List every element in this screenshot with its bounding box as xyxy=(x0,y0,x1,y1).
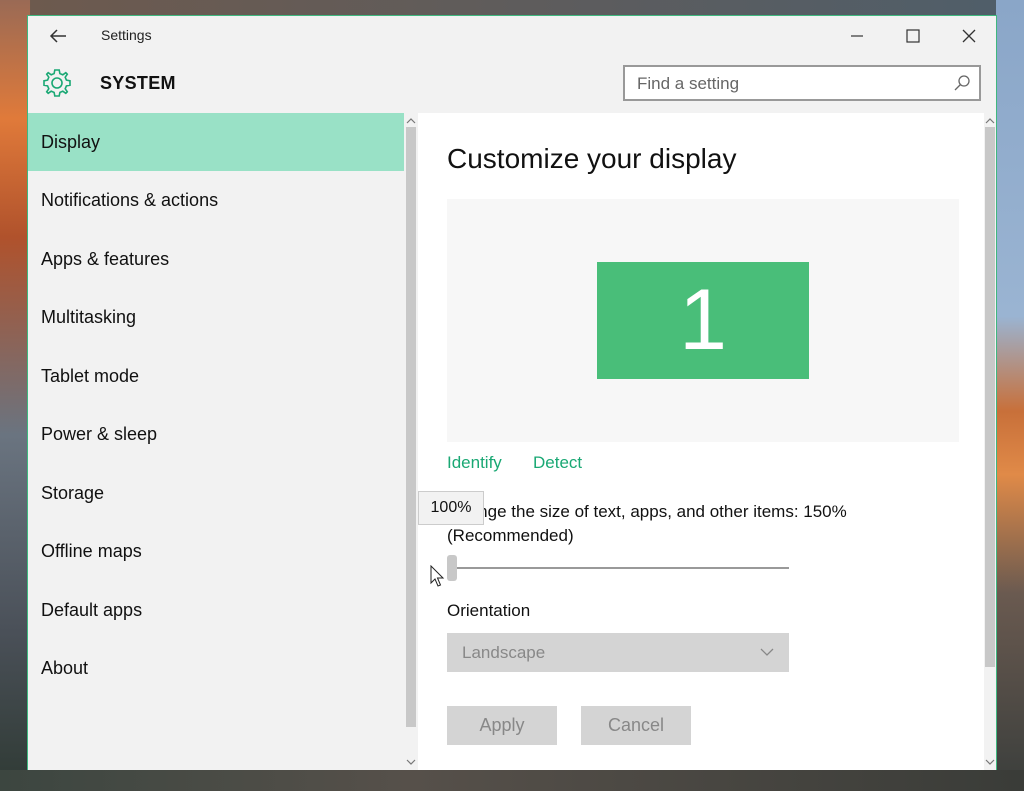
close-icon[interactable] xyxy=(946,21,992,51)
content-scrollbar[interactable] xyxy=(984,113,996,770)
content-pane: Customize your display 1 Identify Detect… xyxy=(418,113,984,770)
scroll-up-icon[interactable] xyxy=(404,115,418,127)
sidebar-item-display[interactable]: Display xyxy=(28,113,404,171)
sidebar-scroll-thumb[interactable] xyxy=(406,127,416,727)
header: SYSTEM xyxy=(28,58,996,112)
search-input[interactable] xyxy=(635,67,939,101)
sidebar-item-label: Offline maps xyxy=(41,541,142,561)
sidebar-item-about[interactable]: About xyxy=(28,639,404,697)
gear-icon xyxy=(43,69,71,97)
sidebar-item-notifications[interactable]: Notifications & actions xyxy=(28,171,404,229)
back-arrow-icon[interactable] xyxy=(46,25,70,47)
settings-window: Settings SYSTEM Display xyxy=(27,15,997,770)
scale-slider-track[interactable] xyxy=(452,567,789,569)
identify-link[interactable]: Identify xyxy=(447,453,502,473)
apply-button[interactable]: Apply xyxy=(447,706,557,745)
sidebar-scrollbar[interactable] xyxy=(404,113,418,770)
sidebar-item-power-sleep[interactable]: Power & sleep xyxy=(28,405,404,463)
sidebar-item-label: Notifications & actions xyxy=(41,190,219,210)
scale-slider-thumb[interactable] xyxy=(447,555,457,581)
sidebar-item-label: Tablet mode xyxy=(41,366,140,386)
detect-link[interactable]: Detect xyxy=(533,453,582,473)
sidebar-item-storage[interactable]: Storage xyxy=(28,464,404,522)
sidebar-item-label: Power & sleep xyxy=(41,424,158,444)
mouse-cursor-icon xyxy=(430,565,445,587)
search-box[interactable] xyxy=(623,65,981,101)
minimize-icon[interactable] xyxy=(834,21,880,51)
scale-label: Change the size of text, apps, and other… xyxy=(447,502,847,545)
slider-tooltip: 100% xyxy=(418,491,484,525)
sidebar-item-default-apps[interactable]: Default apps xyxy=(28,581,404,639)
chevron-down-icon xyxy=(760,648,774,656)
display-arrangement: 1 xyxy=(447,199,959,442)
section-title: SYSTEM xyxy=(100,73,176,93)
sidebar-item-label: Apps & features xyxy=(41,249,170,269)
title-bar: Settings xyxy=(28,16,996,56)
sidebar-item-label: About xyxy=(41,658,89,678)
sidebar-item-label: Default apps xyxy=(41,600,143,620)
sidebar-item-label: Multitasking xyxy=(41,307,137,327)
search-icon[interactable] xyxy=(953,74,971,92)
window-title: Settings xyxy=(101,27,152,43)
desktop-wallpaper-left xyxy=(0,0,30,791)
cancel-button[interactable]: Cancel xyxy=(581,706,691,745)
orientation-label: Orientation xyxy=(447,601,531,620)
maximize-icon[interactable] xyxy=(890,21,936,51)
sidebar-item-offline-maps[interactable]: Offline maps xyxy=(28,522,404,580)
orientation-value: Landscape xyxy=(462,643,546,662)
scroll-down-icon[interactable] xyxy=(404,756,418,768)
sidebar-item-multitasking[interactable]: Multitasking xyxy=(28,288,404,346)
orientation-dropdown[interactable]: Landscape xyxy=(447,633,789,672)
desktop-wallpaper-right xyxy=(996,0,1024,791)
scroll-up-icon[interactable] xyxy=(983,115,997,127)
desktop-wallpaper-bottom xyxy=(0,770,1024,791)
sidebar-item-apps-features[interactable]: Apps & features xyxy=(28,230,404,288)
content-scroll-thumb[interactable] xyxy=(985,127,995,667)
sidebar-item-label: Display xyxy=(41,132,101,152)
sidebar: Display Notifications & actions Apps & f… xyxy=(28,113,404,770)
monitor-tile[interactable]: 1 xyxy=(597,262,809,379)
sidebar-item-tablet-mode[interactable]: Tablet mode xyxy=(28,347,404,405)
sidebar-item-label: Storage xyxy=(41,483,105,503)
page-title: Customize your display xyxy=(447,143,737,174)
scroll-down-icon[interactable] xyxy=(983,756,997,768)
